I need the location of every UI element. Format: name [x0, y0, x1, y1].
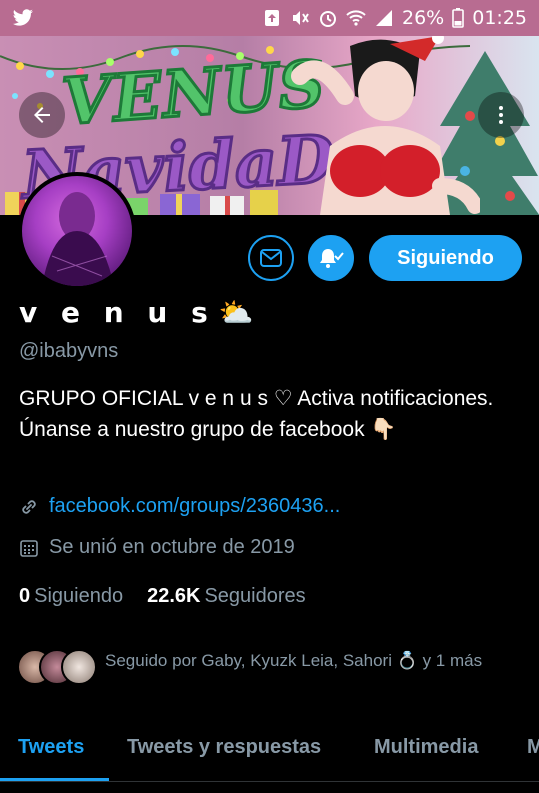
profile-name-text: v e n u s [19, 296, 215, 329]
profile-joined-text: Se unió en octubre de 2019 [49, 536, 295, 558]
profile-link[interactable]: facebook.com/groups/2360436... [19, 495, 340, 518]
alarm-icon [320, 11, 336, 27]
tab-likes[interactable]: Me gusta [527, 736, 539, 759]
twitter-bird-icon [12, 9, 33, 26]
message-button[interactable] [248, 235, 294, 281]
upload-icon [265, 10, 279, 26]
clock: 01:25 [472, 7, 527, 29]
signal-icon [376, 10, 392, 26]
profile-handle: @ibabyvns [19, 340, 119, 362]
profile-bio: GRUPO OFICIAL v e n u s ♡ Activa notific… [19, 387, 494, 441]
profile-link-text[interactable]: facebook.com/groups/2360436... [49, 495, 340, 518]
calendar-icon [20, 539, 38, 557]
avatar[interactable] [18, 172, 136, 290]
profile-joined: Se unió en octubre de 2019 [19, 536, 295, 559]
bell-check-icon [320, 249, 344, 268]
banner-character-illustration [291, 36, 480, 215]
tab-tweets-replies[interactable]: Tweets y respuestas [127, 736, 321, 759]
followed-by-text: Seguido por Gaby, Kyuzk Leia, Sahori 💍 y… [105, 651, 483, 670]
followers-count[interactable]: 22.6K Seguidores [147, 585, 306, 608]
tabs-divider [0, 781, 539, 782]
tab-media[interactable]: Multimedia [374, 736, 478, 759]
tab-tweets[interactable]: Tweets [18, 736, 84, 759]
battery-percent: 26% [402, 7, 445, 29]
profile-name-emoji: ⛅ [218, 296, 254, 329]
avatar-image [42, 192, 114, 286]
following-button[interactable]: Siguiendo [369, 235, 522, 281]
notifications-button[interactable] [308, 235, 354, 281]
envelope-icon [260, 249, 282, 267]
followed-by-avatars [17, 647, 99, 687]
more-options-button[interactable] [478, 92, 524, 138]
profile-name: v e n u s ⛅ [19, 296, 254, 329]
following-count[interactable]: 0 Siguiendo [19, 585, 123, 608]
link-icon [22, 499, 36, 514]
arrow-left-icon [34, 107, 50, 123]
mute-icon [293, 11, 309, 25]
back-button[interactable] [19, 92, 65, 138]
wifi-icon [346, 10, 366, 26]
follower-avatar [61, 649, 97, 685]
follow-counts: 0 Siguiendo 22.6K Seguidores [19, 585, 306, 608]
status-bar: 26% 01:25 [0, 0, 539, 36]
more-vertical-icon [499, 106, 503, 124]
profile-tabs: Tweets Tweets y respuestas Multimedia Me… [0, 724, 539, 780]
followed-by[interactable]: Seguido por Gaby, Kyuzk Leia, Sahori 💍 y… [17, 647, 525, 687]
battery-icon [452, 8, 465, 28]
